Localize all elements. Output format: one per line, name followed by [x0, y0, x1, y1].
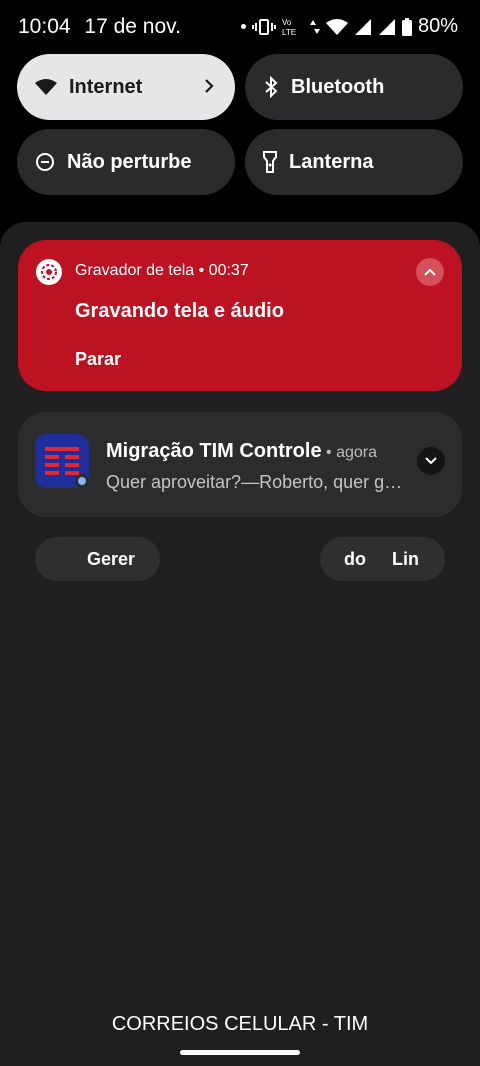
notification-title: Migração TIM Controle • agora — [106, 440, 377, 463]
fade-overlay — [415, 537, 445, 581]
volte-icon: Vo LTE — [282, 18, 296, 37]
vibrate-icon — [251, 18, 276, 35]
signal-icon — [354, 18, 371, 35]
tile-flashlight[interactable]: Lanterna — [245, 129, 463, 195]
tile-flashlight-label: Lanterna — [289, 150, 374, 173]
tile-dnd-label: Não perturbe — [67, 150, 192, 173]
notification-time: • agora — [321, 444, 377, 461]
data-arrows-icon — [309, 19, 320, 34]
status-bar: 10:04 17 de nov. Vo LTE 80% — [0, 0, 480, 54]
carrier-name: CORREIOS CELULAR - TIM — [111, 1013, 369, 1035]
manage-button[interactable]: Gerer — [35, 537, 160, 581]
battery-icon — [401, 17, 412, 36]
stop-button[interactable]: Parar — [75, 349, 121, 370]
svg-text:LTE: LTE — [282, 28, 296, 37]
clear-label-part: do — [344, 548, 366, 569]
tile-internet[interactable]: Internet — [17, 54, 235, 120]
recorder-title: Gravando tela e áudio — [75, 300, 284, 322]
chevron-right-icon — [205, 79, 214, 93]
recorder-app-name: Gravador de tela • 00:37 — [75, 262, 249, 279]
tile-bluetooth-label: Bluetooth — [291, 75, 385, 98]
notification-body: Quer aproveitar?—Roberto, quer garantir — [106, 472, 406, 492]
screen-recorder-notification[interactable]: Gravador de tela • 00:37 Gravando tela e… — [18, 240, 462, 391]
dot-icon — [240, 24, 246, 29]
date: 17 de nov. — [84, 15, 181, 38]
collapse-button[interactable] — [416, 258, 444, 286]
svg-text:Vo: Vo — [282, 18, 292, 27]
tim-notification[interactable]: Migração TIM Controle • agora Quer aprov… — [18, 412, 462, 517]
wifi-icon — [325, 18, 348, 35]
tim-app-icon — [35, 434, 89, 488]
status-icons: Vo LTE 80% — [240, 15, 458, 38]
home-indicator[interactable] — [180, 1050, 300, 1055]
battery-percent: 80% — [417, 15, 458, 37]
tile-bluetooth[interactable]: Bluetooth — [245, 54, 463, 120]
signal-icon — [378, 18, 395, 35]
screen-record-icon — [36, 259, 62, 285]
clear-all-button[interactable]: do Lin — [320, 537, 445, 581]
clock: 10:04 — [18, 15, 71, 38]
fade-overlay — [130, 537, 160, 581]
bluetooth-icon — [265, 76, 278, 98]
manage-label: Gerer — [87, 548, 136, 569]
status-time-date: 10:04 17 de nov. — [18, 15, 181, 39]
tile-do-not-disturb[interactable]: Não perturbe — [17, 129, 235, 195]
notification-title-text: Migração TIM Controle — [106, 440, 322, 462]
wifi-icon — [35, 79, 57, 95]
tile-internet-label: Internet — [69, 75, 143, 98]
flashlight-icon — [263, 151, 277, 173]
chevron-down-icon — [425, 457, 437, 465]
do-not-disturb-icon — [36, 153, 54, 171]
expand-button[interactable] — [417, 447, 445, 475]
chevron-up-icon — [424, 268, 436, 276]
